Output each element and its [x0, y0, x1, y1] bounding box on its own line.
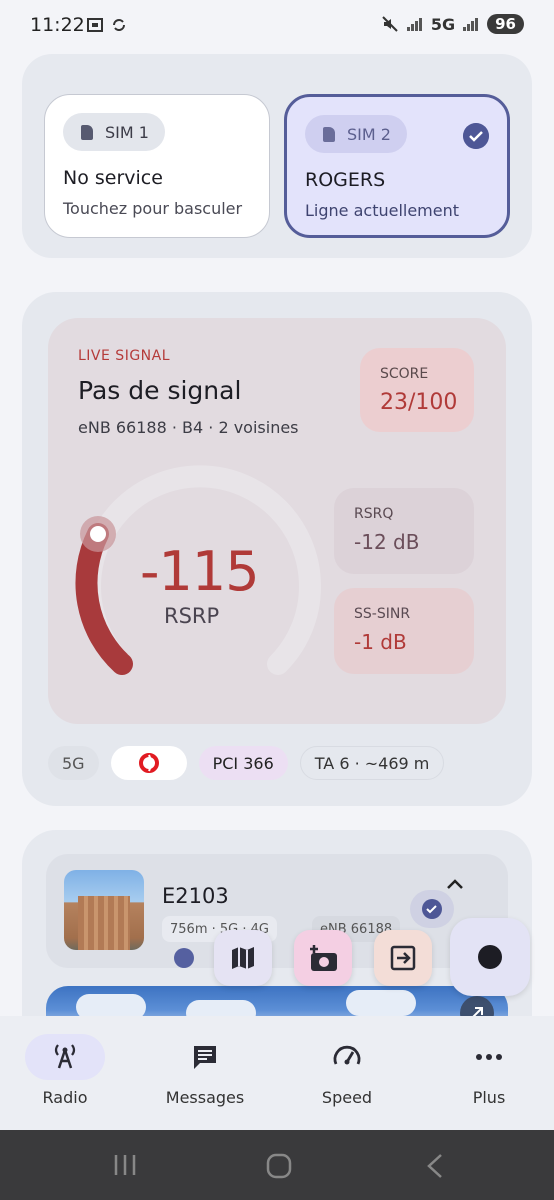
record-button[interactable] [450, 918, 530, 996]
signal-status-title: Pas de signal [78, 376, 242, 405]
signal-bars-icon [406, 18, 422, 31]
score-value: 23/100 [380, 390, 458, 415]
antenna-icon [54, 1044, 76, 1069]
system-navigation-bar [0, 1130, 554, 1200]
rsrq-label: RSRQ [354, 506, 394, 522]
verified-badge[interactable] [410, 890, 454, 928]
chevron-up-icon[interactable] [446, 874, 464, 895]
signal-subtitle: eNB 66188 · B4 · 2 voisines [78, 418, 299, 437]
tech-chip: 5G [48, 746, 99, 780]
mute-icon [382, 16, 398, 32]
cell-site-photo [64, 870, 144, 950]
status-bar: 11:22 5G 96 [0, 0, 554, 52]
rsrp-label: RSRP [164, 604, 220, 628]
verified-icon [422, 899, 442, 919]
cell-name: E2103 [162, 884, 229, 908]
ta-chip: TA 6 · ~469 m [299, 746, 445, 780]
rsrp-value: -115 [140, 540, 260, 603]
speedometer-icon [333, 1045, 361, 1065]
back-icon[interactable] [424, 1152, 446, 1180]
sim1-label: SIM 1 [105, 122, 149, 142]
add-photo-button[interactable] [294, 930, 352, 986]
map-icon [232, 947, 254, 969]
map-button[interactable] [214, 930, 272, 986]
check-circle-icon [463, 123, 489, 149]
cell-card[interactable]: E2103 756m · 5G · 4G eNB 66188 [46, 854, 508, 968]
carrier-logo-chip [110, 746, 187, 780]
network-type: 5G [430, 14, 456, 34]
nav-item-radio[interactable]: Radio [10, 1034, 120, 1124]
sim2-title: ROGERS [305, 169, 386, 191]
rogers-logo-icon [138, 753, 159, 773]
screenshot-icon [87, 18, 103, 32]
sim2-label: SIM 2 [347, 124, 391, 144]
sim2-chip: SIM 2 [305, 115, 407, 153]
exit-button[interactable] [374, 930, 432, 986]
nav-item-more[interactable]: Plus [434, 1034, 544, 1124]
nav-label-more: Plus [472, 1088, 506, 1107]
sinr-value: -1 dB [354, 630, 407, 654]
score-label: SCORE [380, 366, 429, 382]
live-signal-card: LIVE SIGNAL Pas de signal eNB 66188 · B4… [48, 318, 506, 724]
signal-chips: 5G PCI 366 TA 6 · ~469 m [48, 746, 445, 780]
signal-bars-icon-2 [463, 18, 479, 31]
sim1-card[interactable]: SIM 1 No service Touchez pour basculer [44, 94, 270, 238]
record-icon [478, 945, 502, 969]
sim-selector: SIM 1 No service Touchez pour basculer S… [22, 54, 532, 258]
nav-item-messages[interactable]: Messages [150, 1034, 260, 1124]
sim1-chip: SIM 1 [63, 113, 165, 151]
add-camera-icon [310, 945, 337, 971]
exit-icon [390, 945, 416, 971]
sinr-box: SS-SINR -1 dB [334, 588, 474, 674]
sim1-title: No service [63, 167, 163, 189]
sim1-subtitle: Touchez pour basculer [63, 199, 243, 218]
message-icon [194, 1046, 216, 1069]
rsrq-value: -12 dB [354, 530, 420, 554]
recents-icon[interactable] [112, 1152, 138, 1178]
battery-level: 96 [487, 14, 524, 34]
sim2-subtitle: Ligne actuellement [305, 201, 460, 220]
nav-label-speed: Speed [321, 1088, 373, 1107]
sync-icon [113, 19, 125, 31]
nav-label-messages: Messages [165, 1088, 245, 1107]
live-signal-label: LIVE SIGNAL [78, 348, 171, 364]
more-horizontal-icon [476, 1054, 502, 1060]
clock: 11:22 [30, 14, 85, 36]
signal-panel: LIVE SIGNAL Pas de signal eNB 66188 · B4… [22, 292, 532, 806]
sim2-card[interactable]: SIM 2 ROGERS Ligne actuellement [284, 94, 510, 238]
rsrq-box: RSRQ -12 dB [334, 488, 474, 574]
status-dot [174, 948, 194, 968]
nav-label-radio: Radio [42, 1088, 88, 1107]
nav-item-speed[interactable]: Speed [292, 1034, 402, 1124]
sim-card-icon [81, 125, 93, 140]
score-box: SCORE 23/100 [360, 348, 474, 432]
pci-chip: PCI 366 [198, 746, 288, 780]
home-icon[interactable] [265, 1152, 293, 1180]
sim-card-icon [323, 127, 335, 142]
sinr-label: SS-SINR [354, 606, 411, 622]
bottom-navigation: Radio Messages Speed Plus [0, 1016, 554, 1130]
